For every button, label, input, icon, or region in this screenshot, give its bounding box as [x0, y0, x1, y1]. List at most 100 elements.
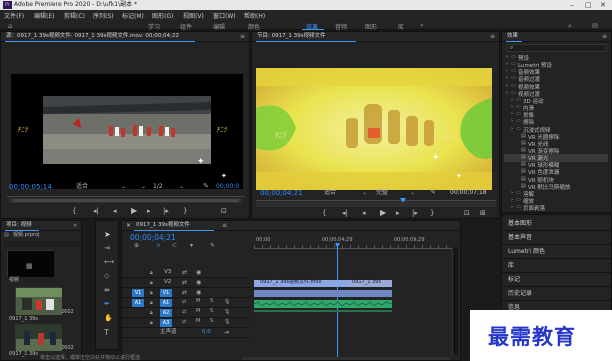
play-icon[interactable]: ▶: [380, 209, 386, 217]
lock-icon[interactable]: 🔒︎: [150, 300, 153, 306]
project-clip-thumb-2[interactable]: [15, 287, 62, 315]
linked-selection-icon[interactable]: ⊂: [172, 243, 177, 249]
sync-lock-icon[interactable]: ⇄: [182, 309, 186, 315]
pen-tool-icon[interactable]: ✒: [104, 301, 110, 308]
lock-icon[interactable]: 🔒︎: [150, 290, 153, 296]
chevron-right-icon[interactable]: ›: [506, 90, 508, 96]
snap-icon[interactable]: ∩: [156, 243, 160, 249]
video-clip-v1[interactable]: 0917_1 39s视频文件.mov: [254, 280, 349, 287]
notifications-icon[interactable]: ✉: [592, 22, 598, 30]
step-forward-frame-icon[interactable]: ▸: [147, 208, 151, 215]
workspace-audio[interactable]: 音频: [335, 22, 347, 31]
ripple-edit-tool-icon[interactable]: ⟷: [104, 259, 114, 266]
source-zoom-dropdown-icon[interactable]: ⌄: [141, 184, 146, 190]
track-label[interactable]: A1: [160, 299, 172, 307]
lock-icon[interactable]: 🔒︎: [150, 280, 153, 286]
side-panel-markers[interactable]: 标记: [508, 277, 520, 283]
effects-tree-item[interactable]: › ▭ 页面剥落: [504, 204, 608, 212]
source-fit-select[interactable]: 适合: [76, 184, 88, 190]
selection-tool-icon[interactable]: ➤: [104, 231, 111, 239]
mark-in-icon[interactable]: {: [322, 210, 326, 217]
wrench-icon[interactable]: ✎: [203, 183, 209, 190]
solo-button[interactable]: S: [210, 319, 213, 324]
sync-lock-icon[interactable]: ⇄: [182, 299, 186, 305]
close-tab-icon[interactable]: ×: [126, 223, 131, 229]
program-fit-select[interactable]: 适合: [324, 190, 336, 196]
source-timecode-in[interactable]: 00;00;05;14: [9, 184, 52, 191]
lock-icon[interactable]: 🔒︎: [150, 320, 153, 326]
track-label[interactable]: A3: [160, 319, 172, 327]
slip-tool-icon[interactable]: ⇹: [104, 287, 110, 294]
timeline-ruler[interactable]: [254, 245, 454, 249]
nest-sequence-icon[interactable]: ⊕: [134, 243, 139, 249]
go-to-point-icon[interactable]: ⇥: [224, 329, 229, 336]
program-fit-dropdown-icon[interactable]: ⌄: [362, 190, 367, 196]
add-marker-icon[interactable]: ▾: [190, 243, 193, 249]
workspace-assembly[interactable]: 组件: [180, 22, 192, 31]
program-monitor-tab[interactable]: 节目: 0917_1 39s视频文件: [257, 33, 325, 40]
more-workspaces-icon[interactable]: »: [420, 22, 424, 29]
project-search-input[interactable]: [4, 241, 80, 247]
eye-icon[interactable]: ◉: [196, 269, 201, 276]
program-quality-dropdown-icon[interactable]: ⌄: [410, 190, 415, 196]
step-back-icon[interactable]: ◂|: [342, 210, 348, 217]
program-quality-select[interactable]: 完整: [376, 190, 388, 196]
mute-button[interactable]: M: [196, 309, 200, 314]
step-forward-icon[interactable]: |▸: [412, 210, 418, 217]
source-patch-video[interactable]: V1: [132, 289, 144, 297]
wrench-icon[interactable]: ✎: [430, 189, 436, 196]
more-panels-icon[interactable]: »: [73, 222, 77, 229]
chevron-right-icon[interactable]: ›: [511, 118, 513, 124]
source-timecode-out[interactable]: 00;00;0: [216, 184, 239, 190]
source-fit-dropdown-icon[interactable]: ⌄: [121, 184, 126, 190]
master-volume-value[interactable]: 0.0: [202, 329, 211, 336]
video-clip-v1-lower[interactable]: [254, 290, 392, 297]
sync-lock-icon[interactable]: ⇄: [182, 269, 187, 276]
lock-icon[interactable]: 🔒︎: [150, 270, 153, 276]
hand-tool-icon[interactable]: ✋: [104, 315, 113, 322]
solo-button[interactable]: S: [210, 309, 213, 314]
panel-menu-icon[interactable]: ≡: [490, 33, 495, 40]
side-panel-lumetri-color[interactable]: Lumetri 颜色: [508, 249, 545, 255]
chevron-right-icon[interactable]: ›: [506, 68, 508, 74]
source-zoom-dropdown-icon-2[interactable]: ⌄: [179, 184, 184, 190]
lift-icon[interactable]: ⊡: [464, 210, 470, 217]
mark-in-icon[interactable]: {: [72, 208, 76, 215]
workspace-editing[interactable]: 编辑: [213, 22, 225, 31]
side-panel-history[interactable]: 历史记录: [508, 291, 532, 297]
chevron-right-icon[interactable]: ›: [511, 126, 513, 132]
chevron-right-icon[interactable]: ›: [511, 204, 513, 210]
project-clip-thumb-sequence[interactable]: ▦: [7, 250, 54, 277]
chevron-right-icon[interactable]: ›: [506, 75, 508, 81]
step-back-frame-icon[interactable]: ◂: [362, 210, 366, 217]
eye-icon[interactable]: ◉: [196, 279, 201, 286]
program-zoom-bar[interactable]: [256, 202, 496, 207]
timeline-zoom-scrollbar[interactable]: [242, 357, 450, 360]
audio-clip-a1[interactable]: [253, 300, 393, 308]
type-tool-icon[interactable]: T: [104, 329, 109, 337]
panel-menu-icon[interactable]: ≡: [222, 222, 227, 229]
program-scrub-bar[interactable]: [256, 200, 496, 201]
razor-tool-icon[interactable]: ◇: [104, 273, 109, 280]
workspace-learn[interactable]: 学习: [148, 22, 160, 31]
mark-out-icon[interactable]: }: [430, 210, 434, 217]
close-icon[interactable]: ✕: [600, 1, 606, 9]
side-panel-essential-sound[interactable]: 基本声音: [508, 235, 532, 241]
solo-button[interactable]: S: [210, 299, 213, 304]
mark-out-icon[interactable]: }: [183, 208, 187, 215]
mic-icon[interactable]: 🎙︎: [224, 309, 230, 315]
source-zoom-select[interactable]: 1/2: [153, 184, 163, 190]
chevron-right-icon[interactable]: ›: [511, 111, 513, 117]
step-back-frame-icon[interactable]: ◂: [113, 208, 117, 215]
track-select-tool-icon[interactable]: ⇥: [104, 245, 110, 252]
side-panel-libraries[interactable]: 库: [508, 263, 514, 269]
chevron-right-icon[interactable]: ›: [511, 97, 513, 103]
source-monitor-tab[interactable]: 源：0917_1 39s视频文件: 0917_1 39s视频文件.mov: 00…: [6, 33, 179, 40]
audio-clip-a2[interactable]: [254, 310, 392, 312]
side-panel-essential-graphics[interactable]: 基本图形: [508, 221, 532, 227]
timeline-settings-icon[interactable]: ✎: [210, 243, 215, 249]
step-forward-icon[interactable]: |▸: [163, 208, 169, 215]
timeline-timecode[interactable]: 00;00;04;21: [130, 234, 176, 242]
mute-button[interactable]: M: [196, 299, 200, 304]
mic-icon[interactable]: 🎙︎: [224, 319, 230, 325]
